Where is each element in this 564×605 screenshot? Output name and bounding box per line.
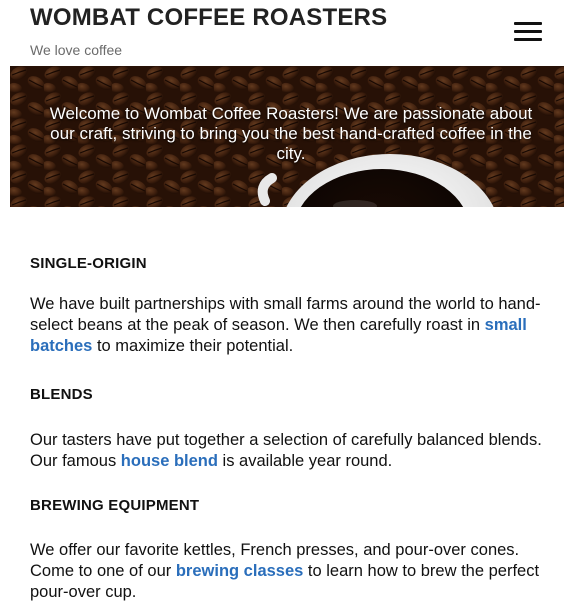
- brewing-classes-link[interactable]: brewing classes: [176, 562, 303, 580]
- hamburger-menu-icon[interactable]: [514, 20, 542, 42]
- section-body-brewing-equipment: We offer our favorite kettles, French pr…: [30, 540, 548, 603]
- site-header: WOMBAT COFFEE ROASTERS We love coffee: [0, 0, 564, 66]
- section-body-blends: Our tasters have put together a selectio…: [30, 430, 548, 472]
- site-tagline: We love coffee: [30, 42, 123, 58]
- menu-bar: [514, 37, 542, 41]
- hero-banner: Welcome to Wombat Coffee Roasters! We ar…: [10, 66, 564, 207]
- house-blend-link[interactable]: house blend: [121, 452, 218, 470]
- section-title-brewing-equipment: BREWING EQUIPMENT: [30, 497, 200, 514]
- hero-welcome-text: Welcome to Wombat Coffee Roasters! We ar…: [49, 104, 533, 163]
- section-title-blends: BLENDS: [30, 386, 93, 403]
- body-text: to maximize their potential.: [92, 337, 294, 355]
- section-body-single-origin: We have built partnerships with small fa…: [30, 294, 548, 357]
- section-title-single-origin: SINGLE-ORIGIN: [30, 255, 147, 272]
- menu-bar: [514, 21, 542, 25]
- menu-bar: [514, 29, 542, 33]
- body-text: is available year round.: [217, 452, 393, 470]
- site-title: WOMBAT COFFEE ROASTERS: [30, 4, 388, 31]
- body-text: We have built partnerships with small fa…: [30, 295, 541, 334]
